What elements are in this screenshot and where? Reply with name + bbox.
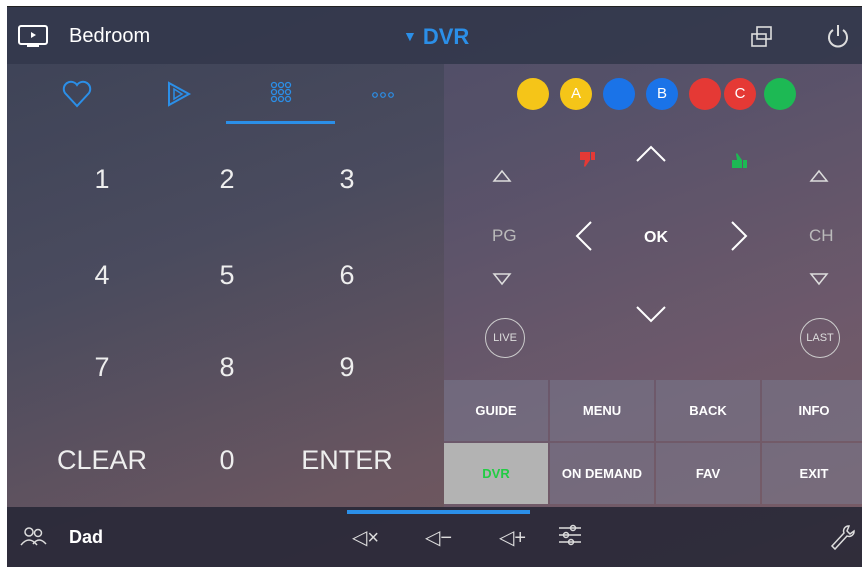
menu-button[interactable]: MENU bbox=[550, 380, 654, 441]
thumbs-down-icon[interactable] bbox=[577, 149, 599, 176]
footer-bar: Dad ◁× ◁− ◁+ bbox=[7, 507, 862, 567]
tab-keypad[interactable] bbox=[251, 76, 311, 116]
volume-up-button[interactable]: ◁+ bbox=[499, 525, 526, 550]
keypad-pane: 1 2 3 4 5 6 7 8 9 CLEAR 0 ENTER bbox=[7, 64, 444, 507]
page-up-icon[interactable] bbox=[492, 169, 512, 188]
room-name[interactable]: Bedroom bbox=[69, 25, 150, 48]
caret-down-icon: ▼ bbox=[403, 28, 417, 44]
b-button[interactable]: B bbox=[646, 78, 678, 110]
header-bar: Bedroom ▼ DVR bbox=[7, 7, 862, 64]
tab-bar bbox=[7, 64, 444, 124]
tab-more[interactable] bbox=[353, 76, 413, 116]
last-button[interactable]: LAST bbox=[800, 318, 840, 358]
channel-up-icon[interactable] bbox=[809, 169, 829, 188]
green-button[interactable] bbox=[764, 78, 796, 110]
mute-button[interactable]: ◁× bbox=[352, 525, 379, 550]
live-button[interactable]: LIVE bbox=[485, 318, 525, 358]
remote-app: Bedroom ▼ DVR 1 2 3 4 5 6 7 8 9 CLEAR 0 … bbox=[7, 6, 862, 567]
key-enter[interactable]: ENTER bbox=[292, 445, 402, 476]
info-button[interactable]: INFO bbox=[762, 380, 862, 441]
on-demand-button[interactable]: ON DEMAND bbox=[550, 443, 654, 504]
exit-button[interactable]: EXIT bbox=[762, 443, 862, 504]
red-button[interactable] bbox=[689, 78, 721, 110]
down-arrow-icon[interactable] bbox=[634, 304, 668, 329]
c-button[interactable]: C bbox=[724, 78, 756, 110]
yellow-button[interactable] bbox=[517, 78, 549, 110]
control-pane: A B C OK PG CH LIVE LAST GUIDE MENU BACK… bbox=[444, 64, 862, 507]
volume-down-button[interactable]: ◁− bbox=[425, 525, 452, 550]
page-label: PG bbox=[492, 226, 517, 245]
power-icon[interactable] bbox=[824, 23, 852, 56]
fav-button[interactable]: FAV bbox=[656, 443, 760, 504]
source-label: DVR bbox=[422, 24, 470, 49]
volume-indicator bbox=[347, 510, 530, 514]
key-9[interactable]: 9 bbox=[292, 352, 402, 383]
tab-play[interactable] bbox=[149, 76, 209, 116]
ok-button[interactable]: OK bbox=[644, 229, 668, 247]
up-arrow-icon[interactable] bbox=[634, 144, 668, 169]
channel-label: CH bbox=[809, 226, 834, 245]
guide-button[interactable]: GUIDE bbox=[444, 380, 548, 441]
heart-icon bbox=[62, 80, 92, 113]
tv-icon[interactable] bbox=[17, 24, 49, 53]
key-0[interactable]: 0 bbox=[172, 445, 282, 476]
left-arrow-icon[interactable] bbox=[574, 219, 594, 258]
dvr-button[interactable]: DVR bbox=[444, 443, 548, 504]
source-selector[interactable]: ▼ DVR bbox=[403, 24, 469, 50]
keypad-icon bbox=[266, 80, 296, 113]
key-3[interactable]: 3 bbox=[292, 164, 402, 195]
settings-sliders-icon[interactable] bbox=[557, 522, 583, 554]
key-5[interactable]: 5 bbox=[172, 260, 282, 291]
key-8[interactable]: 8 bbox=[172, 352, 282, 383]
a-button[interactable]: A bbox=[560, 78, 592, 110]
back-button[interactable]: BACK bbox=[656, 380, 760, 441]
active-tab-indicator bbox=[226, 121, 335, 124]
thumbs-up-icon[interactable] bbox=[729, 149, 751, 176]
blue-button[interactable] bbox=[603, 78, 635, 110]
key-4[interactable]: 4 bbox=[47, 260, 157, 291]
key-clear[interactable]: CLEAR bbox=[47, 445, 157, 476]
channel-down-icon[interactable] bbox=[809, 272, 829, 291]
key-2[interactable]: 2 bbox=[172, 164, 282, 195]
wrench-icon[interactable] bbox=[829, 523, 855, 556]
key-1[interactable]: 1 bbox=[47, 164, 157, 195]
tab-favorites[interactable] bbox=[47, 76, 107, 116]
users-icon[interactable] bbox=[19, 525, 49, 554]
page-down-icon[interactable] bbox=[492, 272, 512, 291]
right-arrow-icon[interactable] bbox=[729, 219, 749, 258]
window-icon[interactable] bbox=[750, 25, 774, 54]
user-name[interactable]: Dad bbox=[69, 527, 103, 548]
key-6[interactable]: 6 bbox=[292, 260, 402, 291]
key-7[interactable]: 7 bbox=[47, 352, 157, 383]
more-icon bbox=[368, 87, 398, 105]
play-icon bbox=[164, 80, 194, 113]
